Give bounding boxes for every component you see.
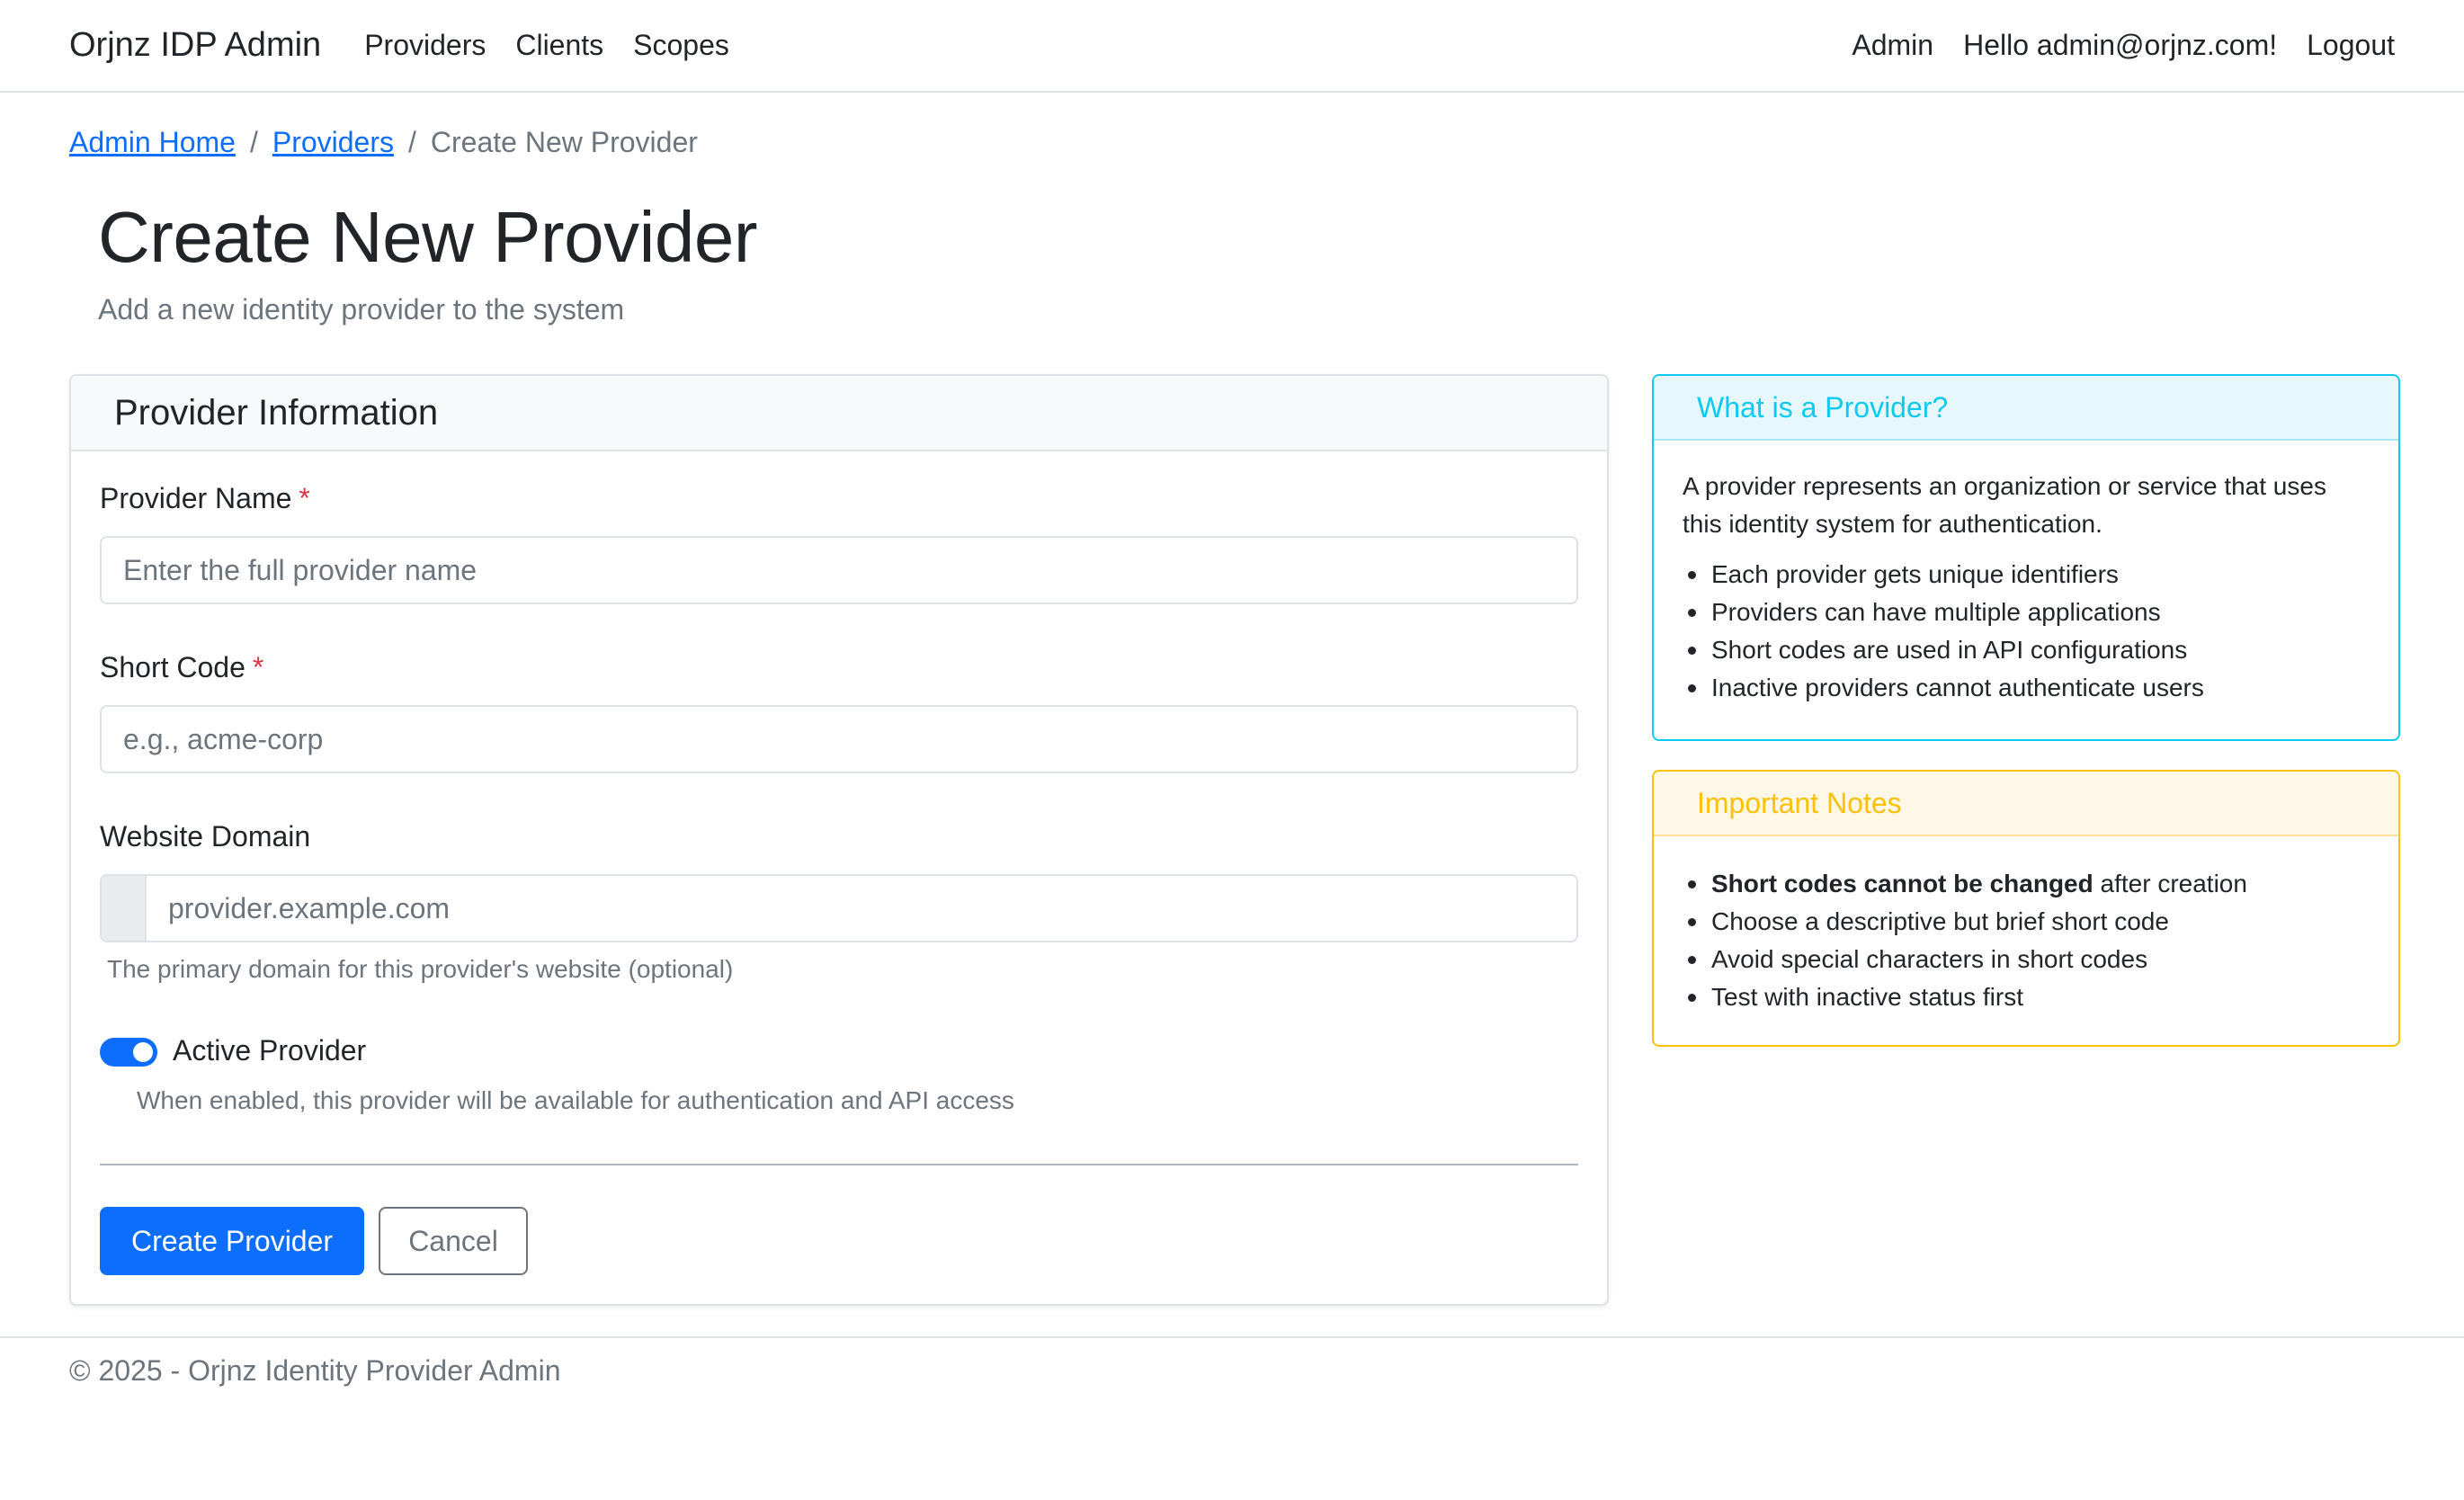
provider-name-label-text: Provider Name: [100, 482, 292, 514]
active-provider-label[interactable]: Active Provider: [173, 1034, 366, 1067]
what-is-provider-card: What is a Provider? A provider represent…: [1652, 374, 2400, 741]
list-item: Short codes cannot be changed after crea…: [1683, 865, 2370, 903]
important-notes-card: Important Notes Short codes cannot be ch…: [1652, 770, 2400, 1047]
required-marker: *: [299, 482, 310, 514]
brand-link[interactable]: Orjnz IDP Admin: [69, 26, 321, 65]
active-provider-help: When enabled, this provider will be avai…: [137, 1086, 1014, 1114]
notes-emphasis-rest: after creation: [2093, 870, 2247, 897]
breadcrumb: Admin Home / Providers / Create New Prov…: [69, 126, 698, 159]
list-item: Inactive providers cannot authenticate u…: [1683, 669, 2370, 707]
nav-right-group: Admin Hello admin@orjnz.com! Logout: [1822, 29, 2395, 62]
website-domain-input-group: [100, 874, 1578, 942]
breadcrumb-separator: /: [249, 126, 258, 158]
info-card-intro: A provider represents an organization or…: [1683, 472, 2326, 538]
footer-text: © 2025 - Orjnz Identity Provider Admin: [69, 1354, 561, 1387]
logout-link[interactable]: Logout: [2307, 29, 2395, 62]
active-provider-toggle[interactable]: [100, 1038, 157, 1067]
list-item: Choose a descriptive but brief short cod…: [1683, 903, 2370, 941]
notes-card-body: Short codes cannot be changed after crea…: [1654, 836, 2398, 1016]
website-domain-input[interactable]: [147, 876, 1576, 941]
user-greeting-link[interactable]: Hello admin@orjnz.com!: [1963, 29, 2277, 62]
nav-link-providers[interactable]: Providers: [364, 29, 486, 62]
website-domain-label: Website Domain: [100, 820, 311, 853]
provider-name-input[interactable]: [100, 536, 1578, 604]
provider-name-label: Provider Name *: [100, 482, 310, 515]
page-subtitle: Add a new identity provider to the syste…: [98, 293, 625, 326]
nav-link-scopes[interactable]: Scopes: [633, 29, 729, 62]
list-item: Short codes are used in API configuratio…: [1683, 631, 2370, 669]
list-item: Test with inactive status first: [1683, 978, 2370, 1016]
breadcrumb-admin-home[interactable]: Admin Home: [69, 126, 236, 159]
top-navbar: Orjnz IDP Admin Providers Clients Scopes…: [0, 0, 2464, 93]
list-item: Avoid special characters in short codes: [1683, 941, 2370, 978]
domain-prefix-addon: [102, 876, 147, 941]
info-card-body: A provider represents an organization or…: [1654, 441, 2398, 707]
short-code-label: Short Code *: [100, 651, 263, 684]
notes-emphasis: Short codes cannot be changed: [1711, 870, 2094, 897]
cancel-button[interactable]: Cancel: [379, 1207, 528, 1275]
page-title: Create New Provider: [98, 197, 758, 277]
info-card-list: Each provider gets unique identifiers Pr…: [1683, 556, 2370, 707]
short-code-label-text: Short Code: [100, 651, 246, 683]
required-marker: *: [252, 651, 264, 683]
website-domain-help: The primary domain for this provider's w…: [107, 955, 734, 983]
form-card-title: Provider Information: [71, 376, 1607, 451]
notes-card-list: Short codes cannot be changed after crea…: [1683, 865, 2370, 1016]
breadcrumb-separator: /: [408, 126, 416, 158]
notes-card-title: Important Notes: [1654, 772, 2398, 836]
breadcrumb-current: Create New Provider: [430, 126, 698, 158]
provider-form-card: Provider Information Provider Name* Shor…: [69, 374, 1609, 1306]
short-code-input[interactable]: [100, 705, 1578, 773]
nav-link-admin[interactable]: Admin: [1852, 29, 1933, 62]
form-divider: [100, 1164, 1578, 1165]
page-footer: © 2025 - Orjnz Identity Provider Admin: [0, 1336, 2464, 1388]
list-item: Providers can have multiple applications: [1683, 594, 2370, 631]
info-card-title: What is a Provider?: [1654, 376, 2398, 441]
toggle-knob: [133, 1042, 153, 1062]
list-item: Each provider gets unique identifiers: [1683, 556, 2370, 594]
create-provider-button[interactable]: Create Provider: [100, 1207, 364, 1275]
breadcrumb-providers[interactable]: Providers: [272, 126, 394, 159]
nav-link-clients[interactable]: Clients: [515, 29, 603, 62]
